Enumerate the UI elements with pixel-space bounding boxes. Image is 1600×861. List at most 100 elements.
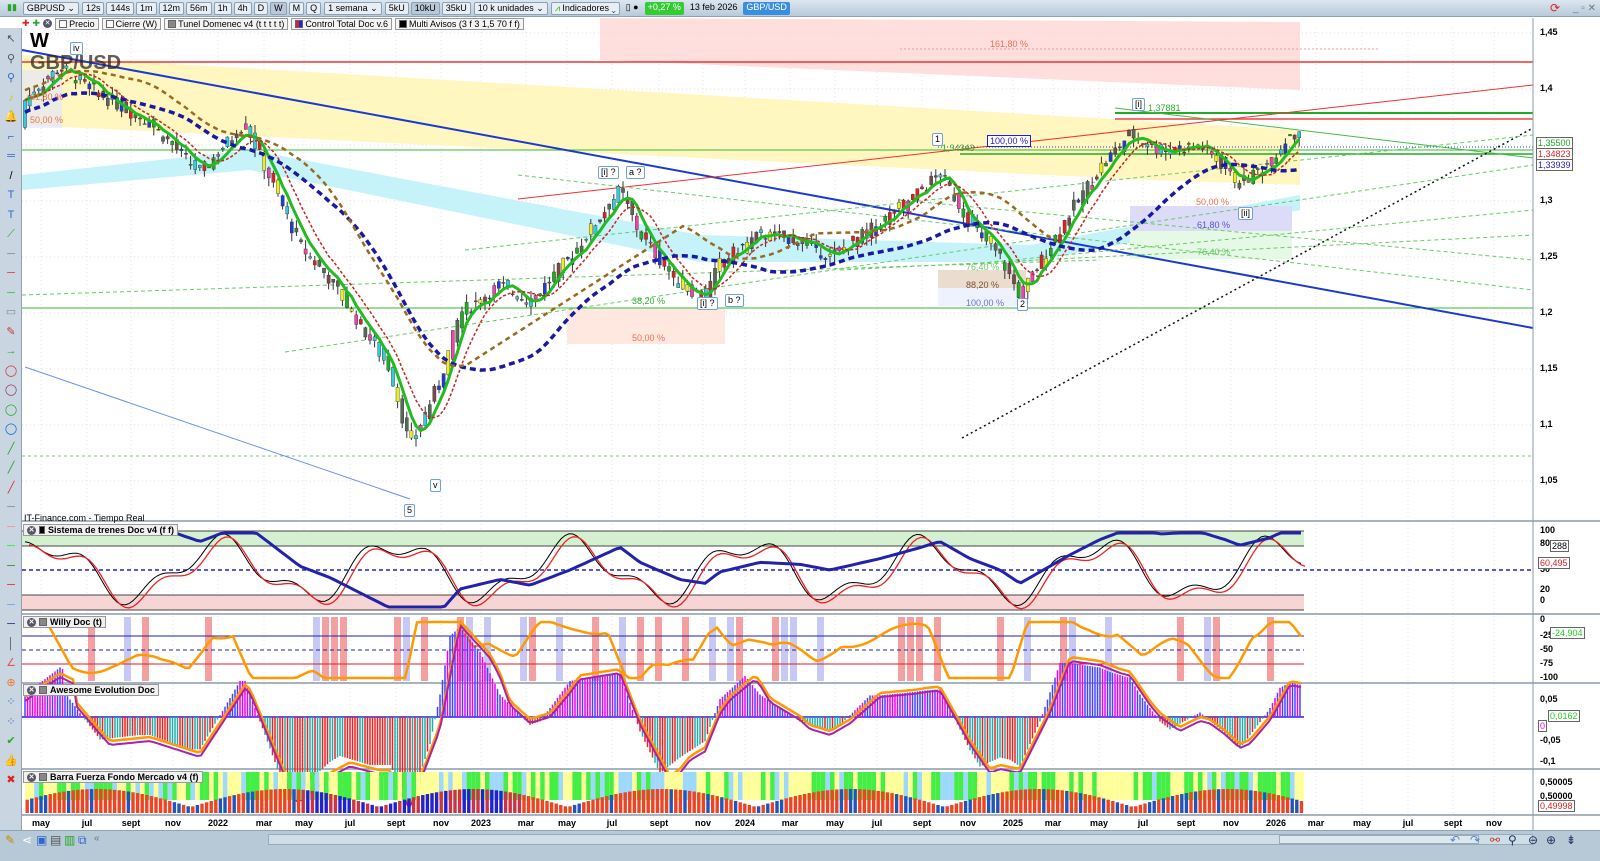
check-icon[interactable]: ✔ (3, 734, 19, 748)
line3-icon[interactable]: ╱ (3, 461, 19, 475)
volume-button-35kU[interactable]: 35kU (441, 1, 471, 15)
legend-tunel[interactable]: Tunel Domenec v4 (t t t t t) (164, 17, 289, 30)
wave-label[interactable]: a ? (626, 166, 645, 179)
h-icon[interactable]: ─ (3, 247, 19, 261)
zoom-area-icon[interactable]: ⚲ (3, 71, 19, 85)
line4-icon[interactable]: ╱ (3, 481, 19, 495)
fib2-icon[interactable]: ═ (3, 149, 19, 163)
wave-label[interactable]: v (430, 479, 441, 492)
arrow-icon[interactable]: → (3, 344, 19, 358)
interval-button-M[interactable]: M (288, 1, 305, 15)
close-panel-icon[interactable]: ✕ (27, 617, 36, 627)
interval-button-Q[interactable]: Q (306, 1, 322, 15)
line2-icon[interactable]: ╱ (3, 442, 19, 456)
interval-button-1h[interactable]: 1h (213, 1, 232, 15)
zoom-out-icon[interactable]: ⊖ (1528, 833, 1538, 847)
h2-icon[interactable]: ─ (3, 266, 19, 280)
scrollbar-thumb[interactable] (1279, 835, 1479, 844)
close-icon[interactable]: ✕ (43, 19, 53, 28)
ellipse4-icon[interactable]: ◯ (3, 422, 19, 436)
wave-label[interactable]: 2 (1017, 298, 1029, 311)
thumb-icon[interactable]: 👍 (3, 754, 19, 768)
legend-control-total[interactable]: Control Total Doc v.6 (291, 17, 393, 30)
zoom-fit-icon[interactable]: ⚲ (1508, 833, 1517, 847)
v-icon[interactable]: │ (3, 637, 19, 651)
delete-icon[interactable]: ✖ (3, 773, 19, 787)
interval-button-12m[interactable]: 12m (158, 1, 185, 15)
r-icon[interactable]: ─ (3, 578, 19, 592)
panel-title-barra[interactable]: ✕ Barra Fuerza Fondo Mercado v4 (f) (23, 771, 203, 783)
text2-icon[interactable]: T (3, 208, 19, 222)
cursor-icon[interactable]: ↖ (3, 32, 19, 46)
pencil-icon[interactable]: ✎ (5, 833, 15, 847)
interval-button-1m[interactable]: 1m (136, 1, 157, 15)
wave-label[interactable]: [i] ? (598, 166, 619, 179)
wave-label[interactable]: [ii] (1238, 207, 1253, 220)
target-icon[interactable]: ⊕ (3, 676, 19, 690)
collapse-icon[interactable]: « (94, 833, 100, 844)
pen-icon[interactable]: ✎ (3, 325, 19, 339)
chart-canvas[interactable] (0, 0, 1600, 861)
wave-label[interactable]: 5 (404, 504, 416, 517)
units-dropdown[interactable]: 10 k unidades ⌄ (473, 1, 548, 15)
volume-button-10kU[interactable]: 10kU (410, 1, 440, 15)
legend-precio[interactable]: Precio (55, 17, 99, 30)
interval-button-W[interactable]: W (270, 1, 287, 15)
bell-icon[interactable]: 🔔 (3, 110, 19, 124)
b2-icon[interactable]: ─ (3, 617, 19, 631)
list-icon[interactable]: ▤ (50, 833, 61, 847)
settings-icon[interactable]: ⇟ (1566, 833, 1576, 847)
panel-title-sistema[interactable]: ✕ Sistema de trenes Doc v4 (f f) (23, 524, 179, 536)
interval-button-56m[interactable]: 56m (186, 1, 212, 15)
undo-icon[interactable]: ↶ (1450, 833, 1460, 847)
g-icon[interactable]: ─ (3, 539, 19, 553)
close-panel-icon[interactable]: ✕ (27, 525, 36, 535)
chart-type-icon[interactable]: ▮▮ (4, 2, 20, 15)
panel-title-awesome[interactable]: ✕ Awesome Evolution Doc (23, 684, 159, 696)
close-panel-icon[interactable]: ✕ (27, 685, 36, 695)
ellipse2-icon[interactable]: ◯ (3, 383, 19, 397)
info-icon[interactable]: ▯ ● (623, 2, 642, 15)
symbol-selector[interactable]: GBPUSD ⌄ (22, 1, 79, 15)
interval-button-D[interactable]: D (253, 1, 269, 15)
window-controls[interactable]: _ ▫ ✕ (1573, 3, 1596, 14)
wave-label[interactable]: [i] (1132, 98, 1146, 111)
zoom-in-icon[interactable]: ⊕ (1546, 833, 1556, 847)
interval-button-144s[interactable]: 144s (106, 1, 135, 15)
close-panel-icon[interactable]: ✕ (27, 772, 36, 782)
ruler-icon[interactable]: ▭ (3, 305, 19, 319)
period-dropdown[interactable]: 1 semana ⌄ (324, 1, 382, 15)
share-icon[interactable]: ⋖ (22, 833, 32, 847)
wave-label[interactable]: b ? (725, 294, 744, 307)
line-icon[interactable]: ⟋ (3, 227, 19, 241)
volume-button-5kU[interactable]: 5kU (384, 1, 409, 15)
up-icon[interactable]: ✚ (33, 18, 41, 29)
horizontal-scrollbar[interactable] (268, 834, 1533, 845)
chat-icon[interactable]: ▣ (36, 833, 47, 847)
dots2-icon[interactable]: ⁘ (3, 715, 19, 729)
redo-icon[interactable]: ↷ (1470, 833, 1480, 847)
ellipse-icon[interactable]: ◯ (3, 364, 19, 378)
interval-button-4h[interactable]: 4h (233, 1, 252, 15)
link-icon[interactable]: ⚯ (1490, 833, 1500, 847)
zoom-icon[interactable]: ⚲ (3, 52, 19, 66)
g2-icon[interactable]: ─ (3, 559, 19, 573)
ellipse3-icon[interactable]: ◯ (3, 403, 19, 417)
sep2-icon[interactable]: ─ (3, 520, 19, 534)
windows-icon[interactable]: ⧉ (78, 833, 87, 848)
indicators-button[interactable]: ⩘ Indicadores ⌄ (550, 1, 620, 15)
angle-icon[interactable]: ∠ (3, 656, 19, 670)
wave-label[interactable]: iv (70, 42, 83, 55)
fib-icon[interactable]: ⌐ (3, 130, 19, 144)
refresh-icon[interactable]: ⟳ (1550, 1, 1560, 15)
compare-icon[interactable]: ▥ (64, 833, 75, 847)
trendline-icon[interactable]: / (3, 169, 19, 183)
panel-title-willy[interactable]: ✕ Willy Doc (t) (23, 616, 106, 628)
alert-icon[interactable]: ♪ (3, 91, 19, 105)
interval-button-12s[interactable]: 12s (81, 1, 105, 15)
b-icon[interactable]: ─ (3, 598, 19, 612)
dots-icon[interactable]: ⁘ (3, 695, 19, 709)
text-icon[interactable]: T (3, 188, 19, 202)
h3-icon[interactable]: ─ (3, 286, 19, 300)
sep-icon[interactable]: ─ (3, 500, 19, 514)
